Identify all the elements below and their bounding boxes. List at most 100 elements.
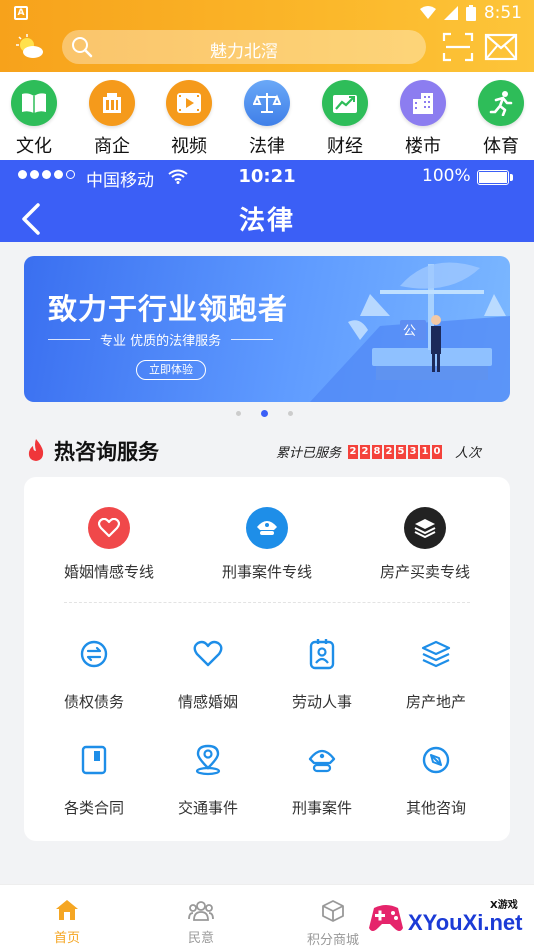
category-sports[interactable]: 体育	[471, 80, 531, 158]
watermark-top-text: X游戏	[490, 900, 518, 911]
search-bar[interactable]: 魅力北滘	[62, 30, 426, 64]
service-traffic[interactable]: 交通事件	[148, 743, 268, 818]
nav-bar: 法律	[0, 194, 534, 242]
category-label: 法律	[249, 136, 285, 157]
service-property-hotline[interactable]: 房产买卖专线	[344, 507, 506, 582]
category-culture[interactable]: 文化	[4, 80, 64, 158]
banner-cta-button[interactable]: 立即体验	[136, 360, 206, 380]
signal-icon	[443, 6, 458, 20]
battery-percent: 100%	[422, 166, 471, 186]
service-marriage-hotline[interactable]: 婚姻情感专线	[28, 507, 190, 582]
category-finance[interactable]: 财经	[315, 80, 375, 158]
banner-subline: 专业 优质的法律服务	[100, 334, 222, 349]
carousel-dot[interactable]	[288, 411, 293, 416]
tab-opinion[interactable]: 民意	[156, 899, 246, 946]
compass-icon	[422, 746, 450, 774]
count-digit: 1	[420, 444, 431, 459]
tab-points-mall[interactable]: 积分商城	[288, 899, 378, 948]
service-count-prefix: 累计已服务	[276, 446, 342, 461]
category-label: 视频	[171, 136, 207, 157]
battery-icon	[465, 5, 476, 21]
carousel-dot-active[interactable]	[261, 410, 268, 417]
people-icon	[188, 901, 214, 921]
count-digit: 2	[360, 444, 371, 459]
service-label: 婚姻情感专线	[63, 563, 154, 581]
service-label: 房产买卖专线	[379, 563, 470, 581]
category-label: 财经	[327, 136, 363, 157]
search-placeholder: 魅力北滘	[210, 42, 278, 62]
category-label: 体育	[483, 136, 519, 157]
service-debt[interactable]: 债权债务	[34, 637, 154, 712]
service-marriage[interactable]: 情感婚姻	[148, 637, 268, 712]
book-icon	[11, 80, 57, 126]
service-property[interactable]: 房产地产	[376, 637, 496, 712]
service-other[interactable]: 其他咨询	[376, 743, 496, 818]
system-time: 8:51	[483, 3, 522, 23]
category-real-estate[interactable]: 楼市	[393, 80, 453, 158]
service-label: 交通事件	[177, 799, 238, 817]
service-count-suffix: 人次	[455, 446, 482, 461]
app-header: A 8:51 魅力北滘	[0, 0, 534, 72]
exchange-icon	[80, 640, 108, 668]
carousel-dot[interactable]	[236, 411, 241, 416]
carousel-indicator	[236, 410, 293, 417]
gamepad-logo-icon	[369, 905, 403, 931]
service-label: 情感婚姻	[177, 693, 238, 711]
count-digit: 5	[396, 444, 407, 459]
service-criminal-hotline[interactable]: 刑事案件专线	[186, 507, 348, 582]
contract-icon	[81, 745, 107, 775]
heart-icon	[88, 507, 130, 549]
promo-banner[interactable]: 公 致力于行业领跑者 专业 优质的法律服务 立即体验	[24, 256, 510, 402]
card-divider	[64, 602, 470, 603]
category-label: 楼市	[405, 136, 441, 157]
wifi-icon	[419, 6, 436, 19]
count-digit: 3	[408, 444, 419, 459]
service-label: 刑事案件专线	[221, 563, 312, 581]
battery-tip	[510, 174, 513, 181]
tab-label: 民意	[187, 931, 214, 946]
layers-icon	[404, 507, 446, 549]
category-label: 商企	[94, 136, 130, 157]
divider-line	[48, 339, 90, 340]
tab-label: 首页	[53, 931, 80, 946]
home-icon	[56, 900, 78, 920]
service-label: 房产地产	[405, 693, 466, 711]
category-video[interactable]: 视频	[159, 80, 219, 158]
police-cap-icon	[246, 507, 288, 549]
badge-icon	[309, 639, 335, 670]
count-digit: 2	[348, 444, 359, 459]
watermark: X游戏 XYouXi.net	[366, 896, 528, 946]
service-labor[interactable]: 劳动人事	[262, 637, 382, 712]
chart-icon	[322, 80, 368, 126]
service-label: 债权债务	[63, 693, 124, 711]
justice-illustration: 公	[310, 262, 510, 402]
service-contract[interactable]: 各类合同	[34, 743, 154, 818]
page-title: 法律	[238, 206, 295, 236]
system-status-bar: A 8:51	[0, 0, 534, 26]
scan-icon[interactable]	[442, 32, 474, 62]
service-label: 劳动人事	[291, 693, 352, 711]
banner-sign-text: 公	[403, 324, 416, 339]
category-business[interactable]: 商企	[82, 80, 142, 158]
category-law[interactable]: 法律	[237, 80, 297, 163]
service-label: 其他咨询	[405, 799, 466, 817]
hot-services-header: 热咨询服务 累计已服务 2 2 8 2 5 3 1 0 人次	[0, 432, 534, 468]
building-icon	[89, 80, 135, 126]
category-row: 文化 商企 视频 法律 财经 楼市 体育	[0, 72, 534, 163]
count-digit: 0	[432, 444, 443, 459]
embedded-status-bar: 中国移动 10:21 100%	[0, 160, 534, 194]
service-count: 累计已服务 2 2 8 2 5 3 1 0 人次	[276, 442, 481, 461]
banner-headline: 致力于行业领跑者	[48, 292, 289, 326]
service-count-digits: 2 2 8 2 5 3 1 0	[348, 444, 443, 459]
weather-icon[interactable]	[16, 34, 44, 60]
service-criminal[interactable]: 刑事案件	[262, 743, 382, 818]
runner-icon	[478, 80, 524, 126]
fire-icon	[28, 439, 44, 461]
mail-icon[interactable]	[484, 32, 518, 62]
heart-outline-icon	[193, 640, 223, 667]
tab-home[interactable]: 首页	[22, 899, 112, 946]
location-icon	[195, 744, 221, 776]
category-label: 文化	[16, 136, 52, 157]
service-label: 刑事案件	[291, 799, 352, 817]
banner-subline-row: 专业 优质的法律服务	[48, 330, 274, 349]
